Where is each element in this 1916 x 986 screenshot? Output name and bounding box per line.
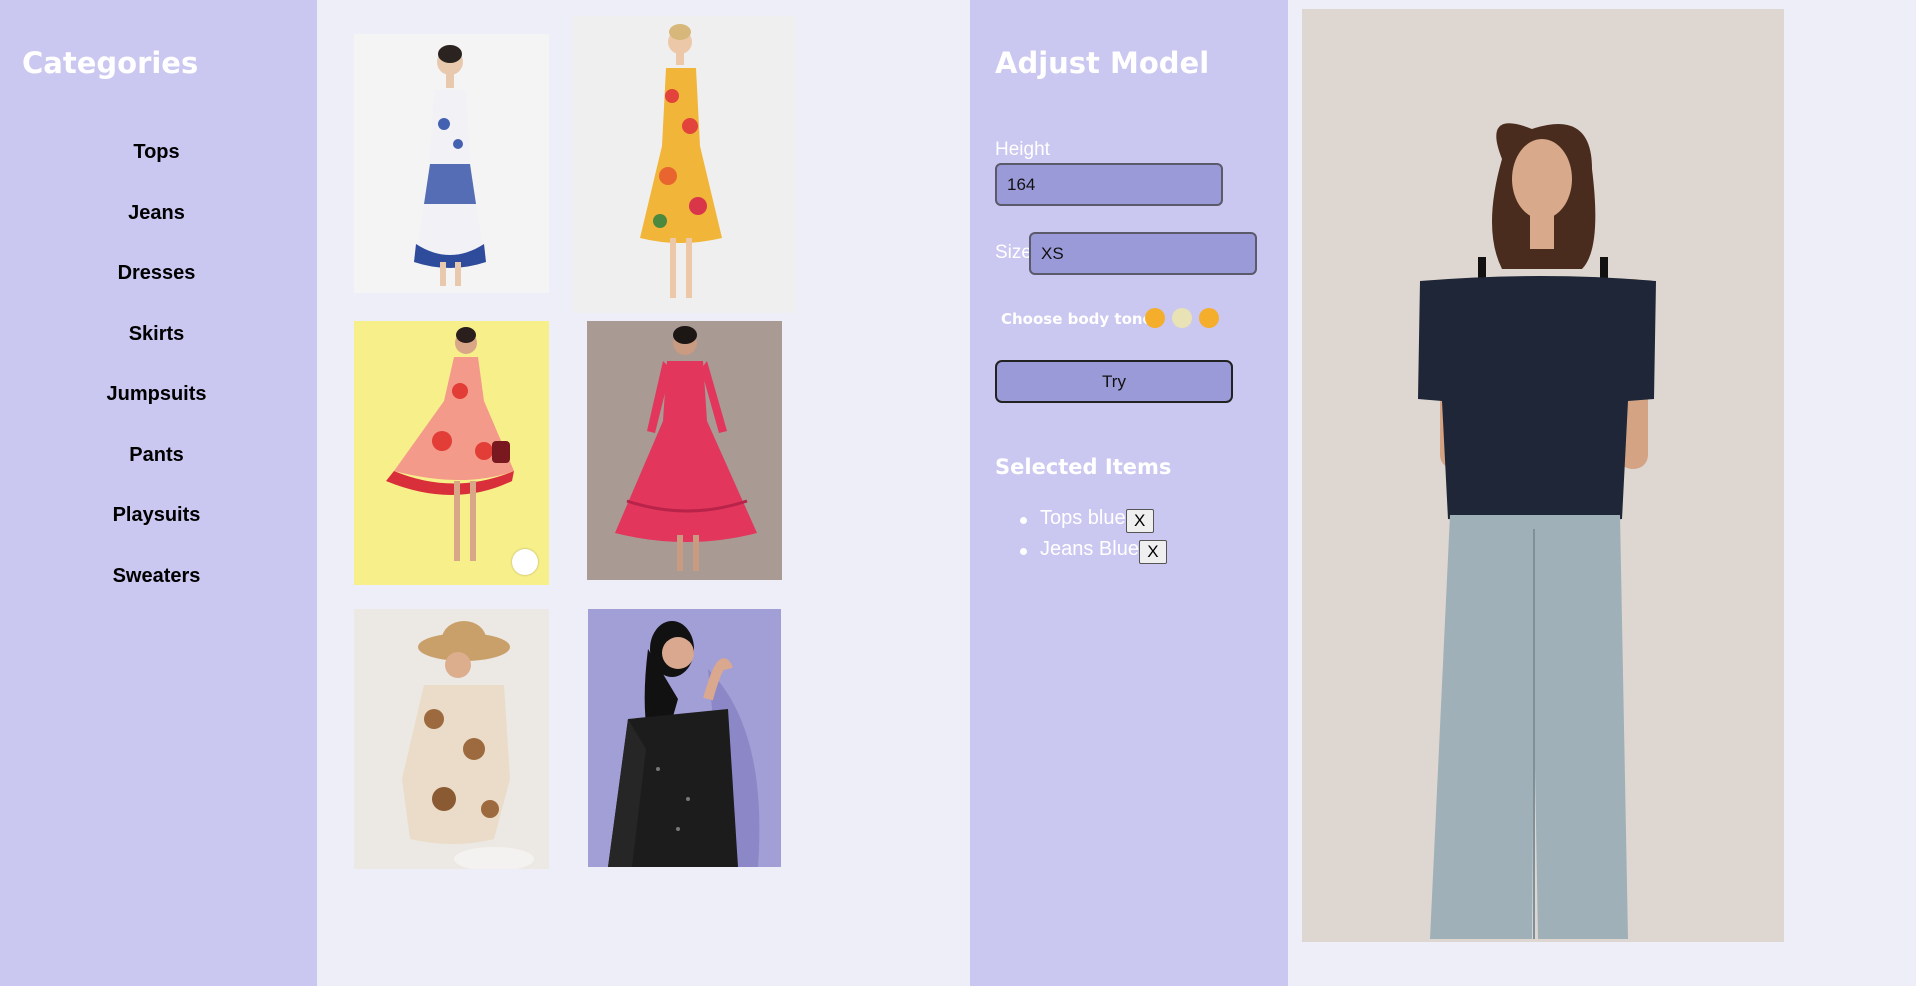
category-tops[interactable]: Tops bbox=[0, 141, 313, 164]
product-image bbox=[587, 321, 782, 580]
tryon-icon[interactable] bbox=[512, 549, 538, 575]
product-image bbox=[354, 609, 549, 869]
body-tone-swatch-1[interactable] bbox=[1145, 308, 1165, 328]
model-preview bbox=[1302, 9, 1784, 942]
category-jeans[interactable]: Jeans bbox=[0, 202, 313, 225]
sidebar-title: Categories bbox=[22, 46, 199, 80]
category-dresses[interactable]: Dresses bbox=[0, 262, 313, 285]
category-skirts[interactable]: Skirts bbox=[0, 323, 313, 346]
category-pants[interactable]: Pants bbox=[0, 444, 313, 467]
selected-items-title: Selected Items bbox=[995, 455, 1172, 479]
model-preview-image bbox=[1302, 9, 1784, 942]
remove-item-button[interactable]: X bbox=[1125, 509, 1154, 533]
product-image bbox=[572, 16, 796, 313]
product-blue-floral-dress[interactable] bbox=[354, 34, 549, 293]
body-tone-swatch-2[interactable] bbox=[1172, 308, 1192, 328]
try-button[interactable]: Try bbox=[995, 360, 1233, 403]
product-black-sequin-dress[interactable] bbox=[588, 609, 781, 867]
product-image bbox=[354, 34, 549, 293]
product-yellow-floral-dress[interactable] bbox=[572, 16, 796, 313]
product-image bbox=[354, 321, 549, 585]
selected-item: Tops blue X bbox=[1020, 507, 1167, 538]
remove-item-button[interactable]: X bbox=[1138, 540, 1167, 564]
size-input[interactable]: XS bbox=[1029, 232, 1257, 275]
selected-item: Jeans Blue X bbox=[1020, 538, 1167, 569]
height-label: Height bbox=[995, 139, 1050, 160]
height-input[interactable]: 164 bbox=[995, 163, 1223, 206]
selected-item-label: Tops blue bbox=[1040, 507, 1126, 529]
product-brown-floral-dress[interactable] bbox=[354, 609, 549, 869]
body-tone-swatch-3[interactable] bbox=[1199, 308, 1219, 328]
selected-item-label: Jeans Blue bbox=[1040, 538, 1139, 560]
category-sweaters[interactable]: Sweaters bbox=[0, 565, 313, 588]
category-jumpsuits[interactable]: Jumpsuits bbox=[0, 383, 313, 406]
category-playsuits[interactable]: Playsuits bbox=[0, 504, 313, 527]
categories-sidebar: Categories Tops Jeans Dresses Skirts Jum… bbox=[0, 0, 317, 986]
adjust-model-panel: Adjust Model Height 164 Size XS Choose b… bbox=[970, 0, 1288, 986]
selected-items-list: Tops blue X Jeans Blue X bbox=[1020, 507, 1167, 569]
product-red-floral-ruffle-dress[interactable] bbox=[354, 321, 549, 585]
product-pink-tiered-dress[interactable] bbox=[587, 321, 782, 580]
size-label: Size bbox=[995, 242, 1032, 263]
panel-title: Adjust Model bbox=[995, 46, 1210, 80]
body-tone-label: Choose body tone bbox=[1001, 310, 1153, 328]
product-image bbox=[588, 609, 781, 867]
